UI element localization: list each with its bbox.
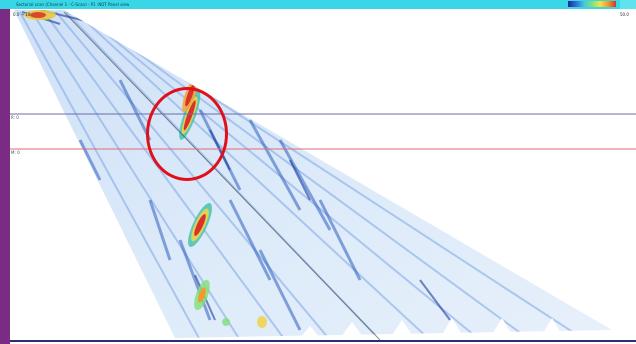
sector-fan xyxy=(14,10,612,338)
sector-scan-image[interactable] xyxy=(0,0,636,344)
scale-right-label: 50.0 xyxy=(620,12,629,17)
scale-top-label: 0.0 → 10 xyxy=(13,12,31,17)
reference-cursor-label: R: 0 xyxy=(11,115,19,120)
annotation-circle xyxy=(146,87,228,181)
sectorial-scan-window: Sectorial scan (Channel 1 - C-Scan) - P1… xyxy=(0,0,636,344)
measure-cursor-label: M: 0 xyxy=(11,150,20,155)
